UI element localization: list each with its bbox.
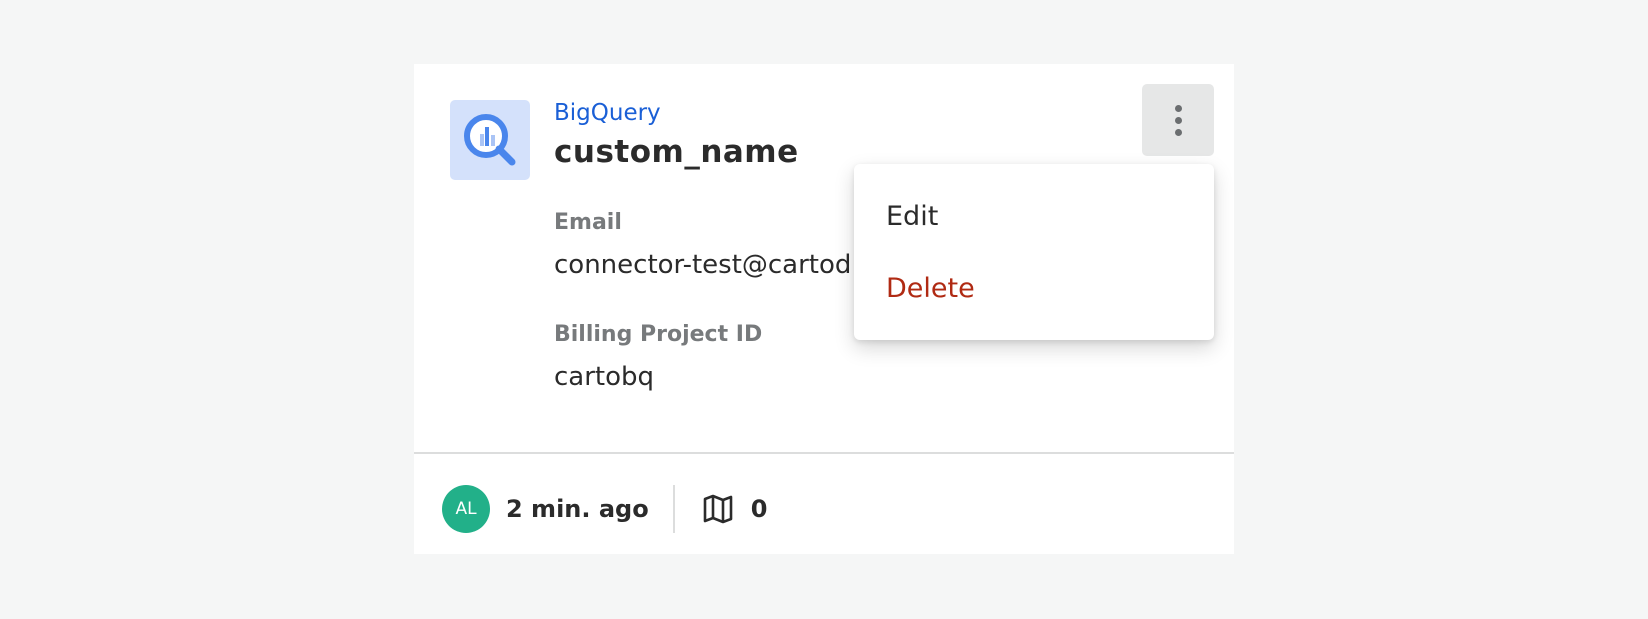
menu-item-edit[interactable]: Edit bbox=[854, 180, 1214, 252]
options-menu: Edit Delete bbox=[854, 164, 1214, 340]
bigquery-icon bbox=[450, 100, 530, 180]
connection-name: custom_name bbox=[554, 134, 799, 170]
card-footer: AL 2 min. ago 0 bbox=[442, 485, 767, 533]
billing-project-label: Billing Project ID bbox=[554, 322, 763, 347]
more-vertical-icon-dot bbox=[1174, 128, 1182, 136]
footer-separator bbox=[672, 485, 675, 533]
menu-item-delete[interactable]: Delete bbox=[854, 252, 1214, 324]
card-divider bbox=[414, 452, 1234, 454]
more-vertical-icon bbox=[1174, 104, 1182, 112]
map-count: 0 bbox=[750, 495, 768, 523]
map-icon bbox=[701, 492, 735, 526]
email-value: connector-test@cartod bbox=[554, 250, 852, 280]
more-vertical-icon-dot bbox=[1174, 116, 1182, 124]
billing-project-value: cartobq bbox=[554, 362, 655, 392]
provider-name: BigQuery bbox=[554, 100, 661, 126]
updated-timestamp: 2 min. ago bbox=[506, 495, 649, 523]
email-label: Email bbox=[554, 210, 622, 235]
avatar: AL bbox=[442, 485, 490, 533]
more-options-button[interactable] bbox=[1142, 84, 1214, 156]
